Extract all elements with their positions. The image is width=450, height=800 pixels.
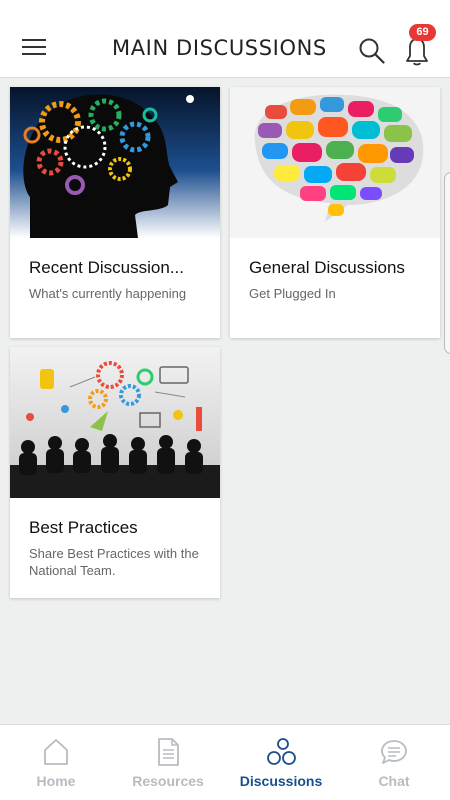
card-subtitle: Get Plugged In: [249, 286, 336, 301]
menu-icon[interactable]: [22, 37, 48, 57]
search-icon[interactable]: [358, 37, 386, 65]
card-title: Best Practices: [29, 518, 138, 537]
home-icon: [44, 739, 68, 765]
bubbles-icon: [267, 738, 296, 765]
card-title: Recent Discussion...: [29, 258, 184, 277]
colorful-speech-bubbles-image: [230, 87, 440, 238]
bottom-navigation: Home Resources Discussions Chat: [0, 724, 450, 800]
nav-item-discussions[interactable]: Discussions: [225, 725, 337, 800]
top-app-bar: MAIN DISCUSSIONS 69: [0, 0, 450, 78]
nav-label: Chat: [378, 773, 410, 789]
discussion-card-best-practices[interactable]: Best Practices Share Best Practices with…: [10, 347, 220, 598]
edge-panel-handle[interactable]: [444, 172, 450, 354]
chat-icon: [381, 740, 407, 764]
page-title: MAIN DISCUSSIONS: [112, 36, 327, 60]
document-icon: [158, 738, 179, 766]
card-title: General Discussions: [249, 258, 405, 277]
nav-item-home[interactable]: Home: [0, 725, 112, 800]
discussion-card-recent[interactable]: Recent Discussion... What's currently ha…: [10, 87, 220, 338]
card-subtitle: Share Best Practices with the National T…: [29, 546, 199, 578]
nav-item-chat[interactable]: Chat: [338, 725, 450, 800]
notification-badge: 69: [409, 24, 436, 41]
head-with-gears-image: [10, 87, 220, 238]
card-subtitle: What's currently happening: [29, 286, 187, 301]
discussion-card-general[interactable]: General Discussions Get Plugged In: [230, 87, 440, 338]
nav-item-resources[interactable]: Resources: [112, 725, 224, 800]
nav-label: Discussions: [239, 773, 323, 789]
meeting-silhouettes-image: [10, 347, 220, 498]
nav-label: Home: [36, 773, 76, 789]
nav-label: Resources: [132, 773, 204, 789]
